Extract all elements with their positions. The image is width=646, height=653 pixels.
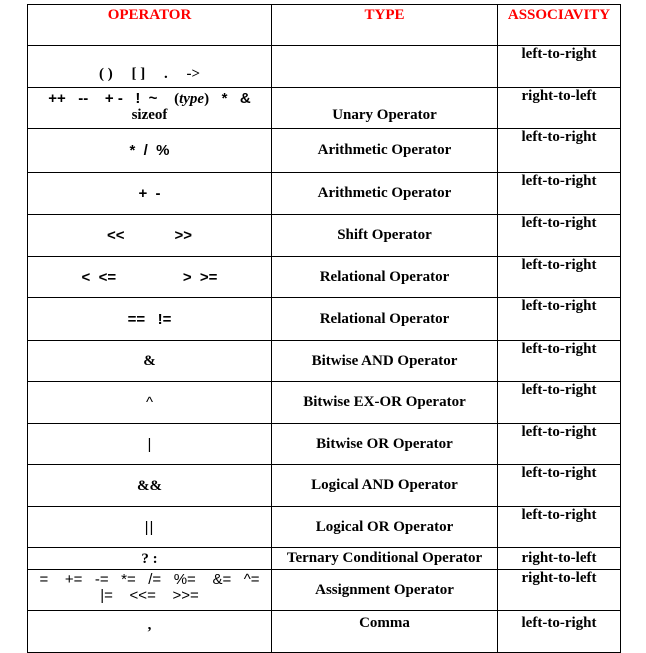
operator-cell: ( ) [ ] . -> (27, 45, 272, 88)
associativity-cell: right-to-left (497, 569, 621, 611)
associativity-cell: right-to-left (497, 547, 621, 570)
operator-cell: + - (27, 172, 272, 215)
type-cell: Relational Operator (271, 256, 498, 298)
associativity-cell: left-to-right (497, 297, 621, 341)
associativity-cell: left-to-right (497, 506, 621, 548)
table-row: + - Arithmetic Operator left-to-right (27, 172, 621, 215)
type-cell: Arithmetic Operator (271, 128, 498, 173)
table-row: == != Relational Operator left-to-right (27, 297, 621, 341)
type-cell: Bitwise EX-OR Operator (271, 381, 498, 424)
type-cell: Ternary Conditional Operator (271, 547, 498, 570)
header-associativity: ASSOCIAVITY (497, 4, 621, 46)
operator-cell: << >> (27, 214, 272, 257)
operator-cell: * / % (27, 128, 272, 173)
type-cell: Shift Operator (271, 214, 498, 257)
type-cell: Assignment Operator (271, 569, 498, 611)
type-cell: Arithmetic Operator (271, 172, 498, 215)
associativity-cell: left-to-right (497, 214, 621, 257)
associativity-cell: right-to-left (497, 87, 621, 129)
associativity-cell: left-to-right (497, 340, 621, 382)
type-cell: Bitwise AND Operator (271, 340, 498, 382)
operator-cell: & (27, 340, 272, 382)
header-row: OPERATOR TYPE ASSOCIAVITY (27, 4, 621, 46)
operator-text: && (137, 477, 162, 494)
operator-cell: == != (27, 297, 272, 341)
operator-cell: < <= > >= (27, 256, 272, 298)
operator-text: ? : (141, 550, 158, 567)
header-type: TYPE (271, 4, 498, 46)
table-row: = += -= *= /= %= &= ^= |= <<= >>= Assign… (27, 569, 621, 611)
operator-cell: ++ -- + - ! ~ (type) * & sizeof (27, 87, 272, 129)
associativity-cell: left-to-right (497, 610, 621, 653)
table-row: ++ -- + - ! ~ (type) * & sizeof Unary Op… (27, 87, 621, 129)
table-row: ? : Ternary Conditional Operator right-t… (27, 547, 621, 570)
type-cell: Logical AND Operator (271, 464, 498, 507)
table-row: << >> Shift Operator left-to-right (27, 214, 621, 257)
table-row: , Comma left-to-right (27, 610, 621, 653)
type-cell: Relational Operator (271, 297, 498, 341)
operator-cell: = += -= *= /= %= &= ^= |= <<= >>= (27, 569, 272, 611)
table-row: ( ) [ ] . -> left-to-right (27, 45, 621, 88)
operator-text: ( ) [ ] . -> (98, 65, 201, 82)
type-cast-text: type (179, 91, 205, 107)
type-cell: Comma (271, 610, 498, 653)
header-operator: OPERATOR (27, 4, 272, 46)
operator-text: |= <<= >>= (100, 587, 199, 604)
associativity-cell: left-to-right (497, 464, 621, 507)
associativity-cell: left-to-right (497, 256, 621, 298)
operator-text: * & (221, 90, 251, 107)
operator-text: = += -= *= /= %= &= ^= (39, 571, 260, 588)
type-cell: Logical OR Operator (271, 506, 498, 548)
associativity-cell: left-to-right (497, 381, 621, 424)
operator-text: , (147, 617, 152, 633)
operator-cell: || (27, 506, 272, 548)
operator-cell: ? : (27, 547, 272, 570)
table-row: && Logical AND Operator left-to-right (27, 464, 621, 507)
table-row: | Bitwise OR Operator left-to-right (27, 423, 621, 465)
table-row: ^ Bitwise EX-OR Operator left-to-right (27, 381, 621, 424)
associativity-cell: left-to-right (497, 128, 621, 173)
type-cell: Unary Operator (271, 87, 498, 129)
operator-cell: && (27, 464, 272, 507)
associativity-cell: left-to-right (497, 423, 621, 465)
paren-close: ) (204, 91, 210, 107)
operator-precedence-table: OPERATOR TYPE ASSOCIAVITY ( ) [ ] . -> l… (27, 4, 621, 653)
operator-text: ++ -- + - ! ~ (48, 90, 158, 107)
table-row: < <= > >= Relational Operator left-to-ri… (27, 256, 621, 298)
table-row: || Logical OR Operator left-to-right (27, 506, 621, 548)
operator-text: sizeof (131, 107, 168, 123)
type-cell: Bitwise OR Operator (271, 423, 498, 465)
associativity-cell: left-to-right (497, 45, 621, 88)
type-cell (271, 45, 498, 88)
operator-cell: ^ (27, 381, 272, 424)
operator-cell: , (27, 610, 272, 653)
table-row: & Bitwise AND Operator left-to-right (27, 340, 621, 382)
operator-cell: | (27, 423, 272, 465)
associativity-cell: left-to-right (497, 172, 621, 215)
table-row: * / % Arithmetic Operator left-to-right (27, 128, 621, 173)
operator-text: & (143, 353, 156, 369)
